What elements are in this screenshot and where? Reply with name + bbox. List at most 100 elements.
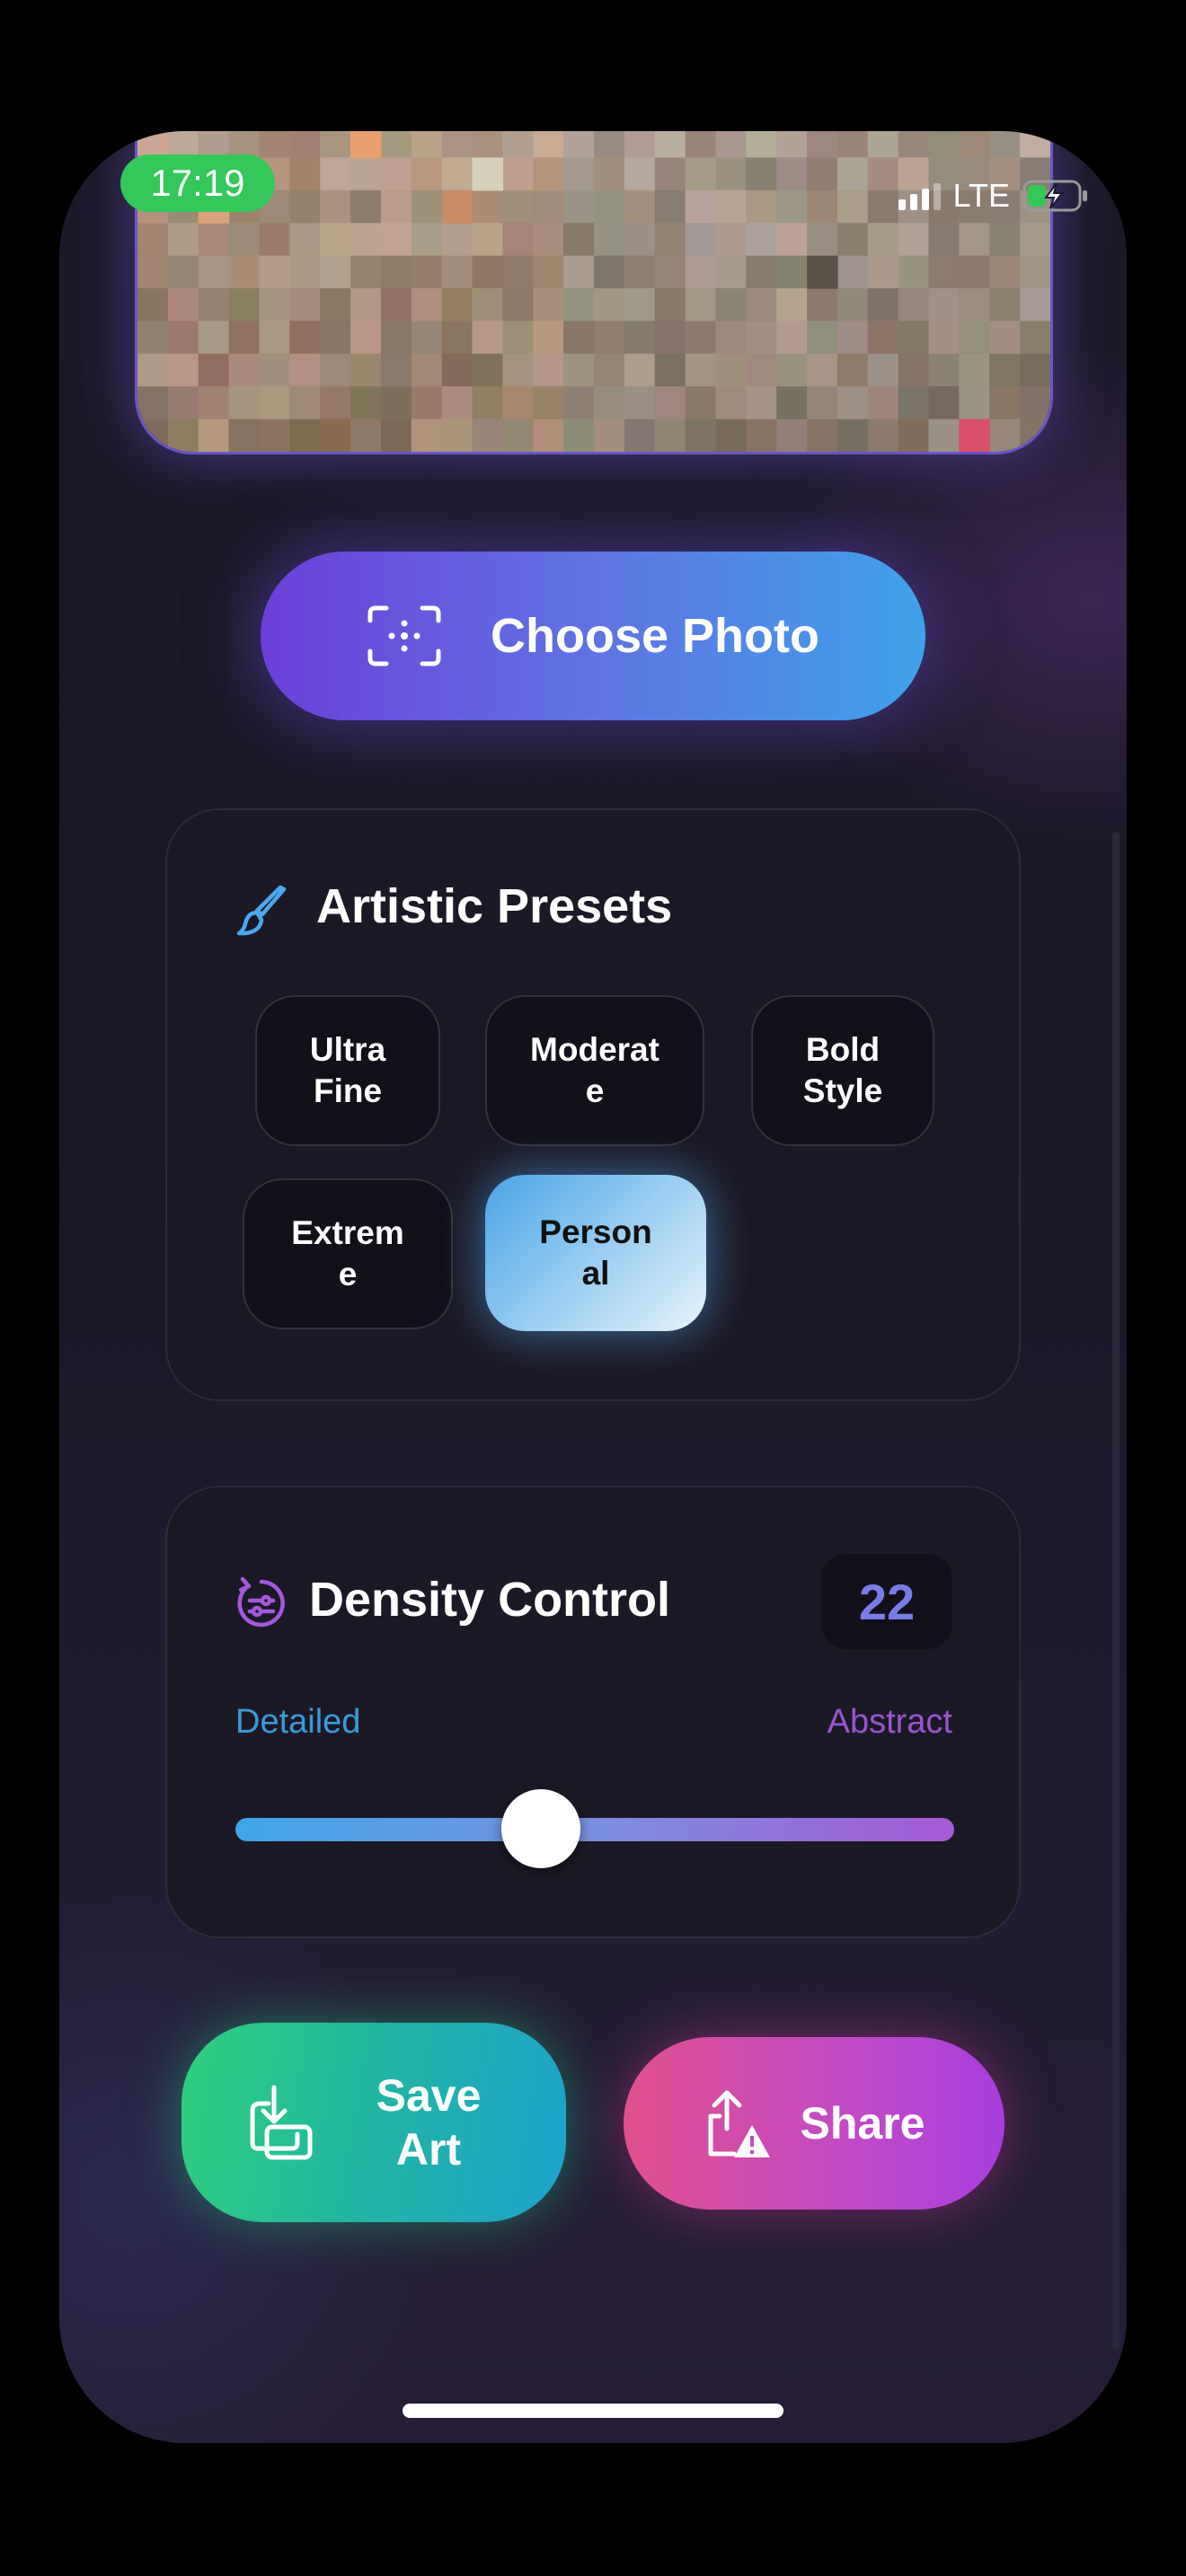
photo-pixel xyxy=(746,353,777,387)
photo-pixel xyxy=(137,321,169,355)
photo-pixel xyxy=(867,321,899,355)
photo-pixel xyxy=(746,321,777,355)
photo-pixel xyxy=(654,288,686,322)
photo-pixel xyxy=(563,131,595,158)
share-button[interactable]: Share xyxy=(624,2037,1005,2210)
photo-pixel xyxy=(807,131,838,158)
photo-pixel xyxy=(746,386,777,420)
preset-extreme[interactable]: Extreme xyxy=(243,1178,453,1329)
photo-pixel xyxy=(502,223,534,257)
photo-pixel xyxy=(380,288,412,322)
photo-pixel xyxy=(441,386,474,420)
preset-moderate[interactable]: Moderate xyxy=(485,995,704,1146)
photo-pixel xyxy=(137,255,169,289)
photo-pixel xyxy=(715,386,747,420)
density-slider-thumb[interactable] xyxy=(501,1789,580,1868)
photo-pixel xyxy=(1020,131,1050,158)
photo-pixel xyxy=(350,288,382,322)
photo-pixel xyxy=(654,131,686,158)
photo-pixel xyxy=(289,419,321,452)
density-slider-track[interactable] xyxy=(235,1818,954,1841)
photo-pixel xyxy=(167,223,199,257)
photo-pixel xyxy=(594,223,625,257)
photo-pixel xyxy=(989,131,1021,158)
photo-pixel xyxy=(624,255,656,289)
photo-pixel xyxy=(533,353,564,387)
photo-pixel xyxy=(776,190,808,224)
save-art-label: Save Art xyxy=(376,2070,482,2175)
photo-pixel xyxy=(654,190,686,224)
photo-pixel xyxy=(441,321,474,355)
photo-pixel xyxy=(685,223,717,257)
photo-pixel xyxy=(411,223,443,257)
photo-pixel xyxy=(289,190,321,224)
photo-pixel xyxy=(533,131,564,158)
home-indicator[interactable] xyxy=(403,2404,783,2418)
signal-icon xyxy=(898,181,941,210)
choose-photo-button[interactable]: Choose Photo xyxy=(261,551,925,720)
density-control-card: Density Control 22 Detailed Abstract xyxy=(165,1486,1021,1938)
photo-pixel xyxy=(898,321,930,355)
photo-pixel xyxy=(228,255,261,289)
photo-pixel xyxy=(259,386,290,420)
photo-pixel xyxy=(441,353,474,387)
density-dial-icon xyxy=(237,1576,285,1628)
photo-pixel xyxy=(624,157,656,191)
photo-pixel xyxy=(959,131,990,158)
photo-pixel xyxy=(836,353,869,387)
photo-pixel xyxy=(594,353,625,387)
photo-pixel xyxy=(320,223,351,257)
photo-pixel xyxy=(836,190,869,224)
photo-pixel xyxy=(776,353,808,387)
photo-pixel xyxy=(533,386,564,420)
photo-pixel xyxy=(867,419,899,452)
photo-pixel xyxy=(259,288,290,322)
photo-pixel xyxy=(441,419,474,452)
photo-pixel xyxy=(898,255,930,289)
photo-pixel xyxy=(989,353,1021,387)
photo-pixel xyxy=(411,131,443,158)
photo-pixel xyxy=(320,419,351,452)
paintbrush-icon xyxy=(237,885,287,936)
photo-pixel xyxy=(380,386,412,420)
detailed-label: Detailed xyxy=(235,1703,361,1741)
photo-pixel xyxy=(867,255,899,289)
preset-ultra-fine[interactable]: Ultra Fine xyxy=(255,995,440,1146)
photo-pixel xyxy=(594,288,625,322)
photo-pixel xyxy=(502,255,534,289)
presets-title: Artistic Presets xyxy=(316,879,673,933)
preset-bold-style[interactable]: Bold Style xyxy=(751,995,934,1146)
photo-pixel xyxy=(259,255,290,289)
photo-pixel xyxy=(685,321,717,355)
photo-pixel xyxy=(685,157,717,191)
photo-pixel xyxy=(928,353,960,387)
photo-pixel xyxy=(350,321,382,355)
photo-pixel xyxy=(259,419,290,452)
photo-pixel xyxy=(137,353,169,387)
preset-personal[interactable]: Personal xyxy=(485,1175,706,1331)
photo-pixel xyxy=(441,223,474,257)
photo-pixel xyxy=(624,386,656,420)
photo-pixel xyxy=(1020,288,1050,322)
photo-pixel xyxy=(928,255,960,289)
photo-pixel xyxy=(259,223,290,257)
density-title: Density Control xyxy=(309,1573,671,1627)
photo-pixel xyxy=(1020,353,1050,387)
photo-pixel xyxy=(1020,255,1050,289)
photo-pixel xyxy=(502,321,534,355)
photo-pixel xyxy=(715,223,747,257)
photo-pixel xyxy=(594,190,625,224)
photo-pixel xyxy=(715,321,747,355)
photo-pixel xyxy=(624,321,656,355)
photo-pixel xyxy=(746,131,777,158)
scroll-indicator[interactable] xyxy=(1112,832,1120,2350)
photo-pixel xyxy=(198,321,230,355)
photo-pixel xyxy=(289,157,321,191)
photo-pixel xyxy=(380,223,412,257)
photo-pixel xyxy=(685,419,717,452)
photo-pixel xyxy=(807,223,838,257)
status-bar-right: LTE xyxy=(898,177,1089,214)
photo-pixel xyxy=(533,419,564,452)
photo-pixel xyxy=(289,288,321,322)
save-art-button[interactable]: Save Art xyxy=(181,2023,566,2222)
